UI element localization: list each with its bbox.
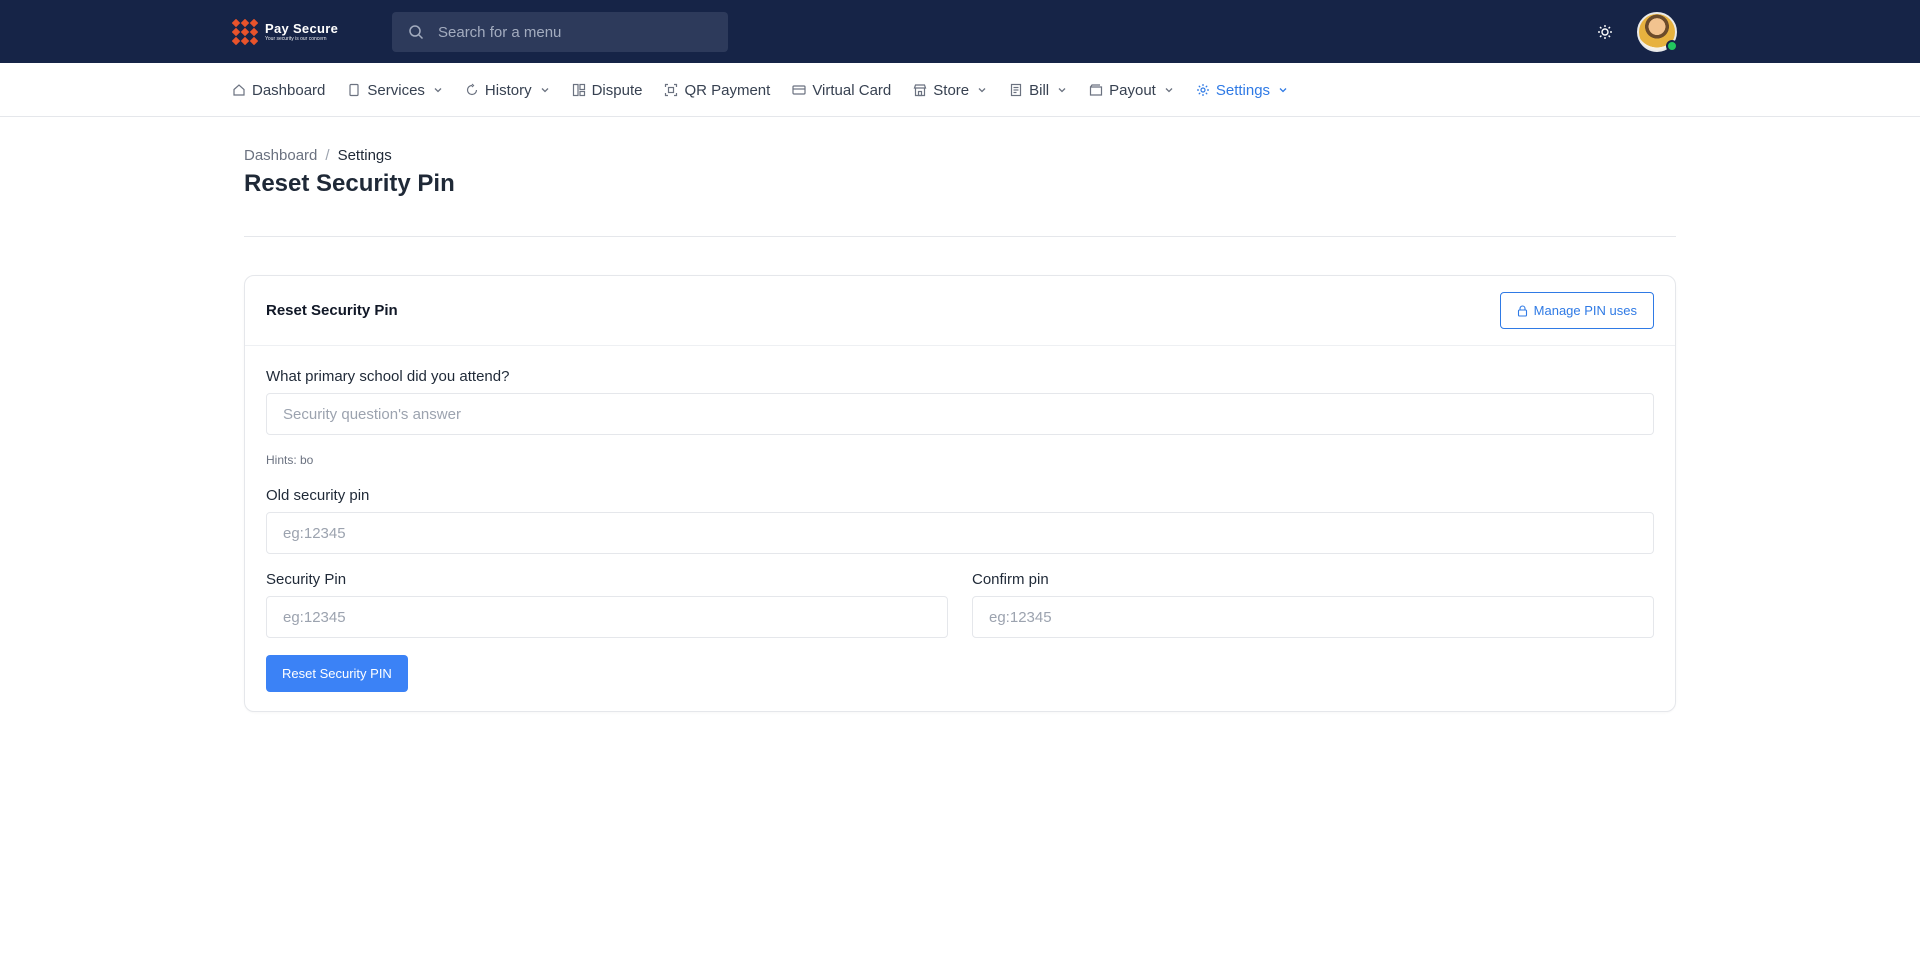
- confirm-pin-input[interactable]: [972, 596, 1654, 638]
- nav-label: Services: [367, 81, 425, 99]
- reset-security-pin-button[interactable]: Reset Security PIN: [266, 655, 408, 692]
- document-icon: [349, 83, 359, 97]
- user-avatar[interactable]: [1637, 12, 1678, 52]
- brand-logo[interactable]: Pay Secure Your security is our concern: [232, 19, 338, 45]
- nav-item-store[interactable]: Store: [913, 82, 987, 99]
- search-bar[interactable]: [392, 12, 728, 52]
- security-pin-input[interactable]: [266, 596, 948, 638]
- breadcrumb: Dashboard / Settings: [244, 147, 392, 164]
- card-title: Reset Security Pin: [266, 302, 398, 319]
- breadcrumb-separator: /: [325, 147, 330, 164]
- refresh-icon: [466, 83, 478, 96]
- bill-icon: [1011, 83, 1022, 97]
- nav-item-dispute[interactable]: Dispute: [572, 81, 643, 99]
- chevron-down-icon: [434, 88, 442, 93]
- chevron-down-icon: [1058, 88, 1066, 93]
- nav-label: History: [484, 81, 532, 99]
- nav-item-virtual-card[interactable]: Virtual Card: [792, 82, 891, 99]
- gear-icon: [1196, 84, 1209, 96]
- old-pin-input[interactable]: [266, 512, 1654, 554]
- qr-scan-icon: [665, 83, 678, 97]
- lock-icon: [1517, 304, 1527, 317]
- nav-label: Dashboard: [252, 81, 326, 99]
- security-question-label: What primary school did you attend?: [266, 368, 510, 385]
- theme-toggle-button[interactable]: [1594, 21, 1616, 43]
- wallet-icon: [1090, 84, 1103, 96]
- nav-item-bill[interactable]: Bill: [1009, 82, 1067, 99]
- reset-pin-card: Reset Security Pin Manage PIN uses What …: [244, 275, 1676, 712]
- nav-label: Payout: [1109, 81, 1156, 99]
- brand-name: Pay Secure: [265, 21, 339, 36]
- manage-pin-uses-label: Manage PIN uses: [1533, 303, 1637, 318]
- home-icon: [233, 84, 245, 96]
- top-bar: Pay Secure Your security is our concern: [0, 0, 1920, 63]
- nav-item-services[interactable]: Services: [347, 82, 443, 99]
- nav-label: QR Payment: [684, 81, 771, 99]
- store-icon: [913, 84, 927, 97]
- chevron-down-icon: [1165, 88, 1173, 93]
- card-header: Reset Security Pin Manage PIN uses: [245, 276, 1675, 346]
- chevron-down-icon: [978, 88, 986, 93]
- security-answer-input[interactable]: [266, 393, 1654, 435]
- search-input[interactable]: [438, 23, 708, 41]
- confirm-pin-label: Confirm pin: [972, 571, 1049, 588]
- breadcrumb-current: Settings: [337, 147, 392, 164]
- nav-item-dashboard[interactable]: Dashboard: [232, 82, 325, 99]
- nav-item-qr-payment[interactable]: QR Payment: [664, 82, 770, 99]
- columns-icon: [572, 83, 585, 97]
- sun-icon: [1598, 25, 1612, 39]
- nav-label: Bill: [1029, 81, 1050, 99]
- page-title: Reset Security Pin: [244, 170, 455, 197]
- chevron-down-icon: [1279, 88, 1287, 93]
- search-icon: [409, 25, 424, 40]
- chevron-down-icon: [541, 88, 549, 93]
- section-divider: [244, 236, 1676, 237]
- brand-tagline: Your security is our concern: [265, 36, 327, 42]
- logo-icon: [232, 19, 258, 45]
- main-nav: Dashboard Services History Dispute QR Pa…: [0, 63, 1920, 117]
- nav-item-settings[interactable]: Settings: [1196, 82, 1288, 99]
- nav-item-history[interactable]: History: [465, 82, 550, 99]
- manage-pin-uses-button[interactable]: Manage PIN uses: [1499, 292, 1654, 329]
- nav-label: Dispute: [591, 81, 643, 99]
- nav-label: Virtual Card: [812, 81, 892, 99]
- nav-label: Settings: [1215, 81, 1271, 99]
- card-icon: [792, 85, 806, 95]
- nav-label: Store: [933, 81, 970, 99]
- nav-item-payout[interactable]: Payout: [1089, 82, 1174, 99]
- security-pin-label: Security Pin: [266, 571, 347, 588]
- old-pin-label: Old security pin: [266, 487, 370, 504]
- breadcrumb-dashboard-link[interactable]: Dashboard: [244, 147, 317, 164]
- online-status-dot: [1666, 40, 1678, 52]
- security-hint: Hints: bo: [266, 453, 314, 467]
